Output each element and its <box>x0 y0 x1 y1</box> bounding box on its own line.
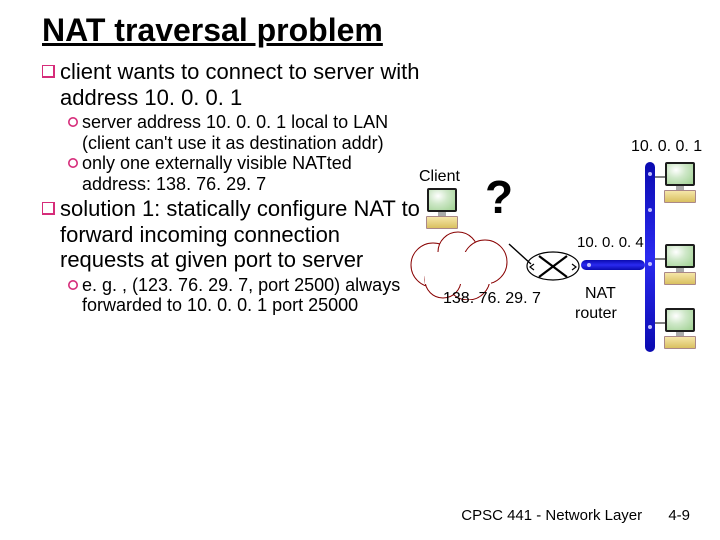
footer-course: CPSC 441 - Network Layer <box>461 507 642 524</box>
slide-title: NAT traversal problem <box>42 12 692 49</box>
client-computer-icon <box>425 188 459 229</box>
circle-bullet-icon <box>68 280 82 292</box>
connector-line <box>655 322 665 324</box>
rail-dot <box>648 208 652 212</box>
server-computer-icon <box>663 162 697 203</box>
lan-computer-icon <box>663 308 697 349</box>
bullet-text: solution 1: statically configure NAT to … <box>60 196 422 273</box>
bullet-text: only one externally visible NATted addre… <box>82 153 422 194</box>
lan-computer-icon <box>663 244 697 285</box>
bullet-text: client wants to connect to server with a… <box>60 59 422 110</box>
rail-dot <box>587 263 591 267</box>
nat-label-line2: router <box>575 305 617 323</box>
bullet-level2: server address 10. 0. 0. 1 local to LAN … <box>68 112 422 153</box>
slide: NAT traversal problem client wants to co… <box>0 0 720 540</box>
server-address-label: 10. 0. 0. 1 <box>631 138 702 156</box>
bullet-text: server address 10. 0. 0. 1 local to LAN … <box>82 112 422 153</box>
network-diagram: Client ? 138. 76. 29. 7 NAT router <box>415 140 715 400</box>
internal-address-label: 10. 0. 0. 4 <box>577 234 644 251</box>
network-rail <box>645 162 655 352</box>
bullet-text: e. g. , (123. 76. 29. 7, port 2500) alwa… <box>82 275 422 316</box>
slide-footer: CPSC 441 - Network Layer 4-9 <box>461 507 690 524</box>
bullet-list: client wants to connect to server with a… <box>42 59 422 316</box>
client-label: Client <box>419 168 460 186</box>
bullet-level1: solution 1: statically configure NAT to … <box>42 196 422 273</box>
circle-bullet-icon <box>68 158 82 170</box>
rail-dot <box>648 262 652 266</box>
square-bullet-icon <box>42 65 60 81</box>
circle-bullet-icon <box>68 117 82 129</box>
connector-line <box>655 258 665 260</box>
public-address-label: 138. 76. 29. 7 <box>443 290 541 308</box>
bullet-level1: client wants to connect to server with a… <box>42 59 422 110</box>
question-mark: ? <box>485 170 513 224</box>
nat-label-line1: NAT <box>585 285 616 303</box>
rail-dot <box>648 172 652 176</box>
rail-dot <box>648 325 652 329</box>
bullet-level2: only one externally visible NATted addre… <box>68 153 422 194</box>
link-line <box>507 240 537 270</box>
bullet-level2: e. g. , (123. 76. 29. 7, port 2500) alwa… <box>68 275 422 316</box>
square-bullet-icon <box>42 202 60 218</box>
connector-line <box>655 176 665 178</box>
footer-page-number: 4-9 <box>668 507 690 524</box>
